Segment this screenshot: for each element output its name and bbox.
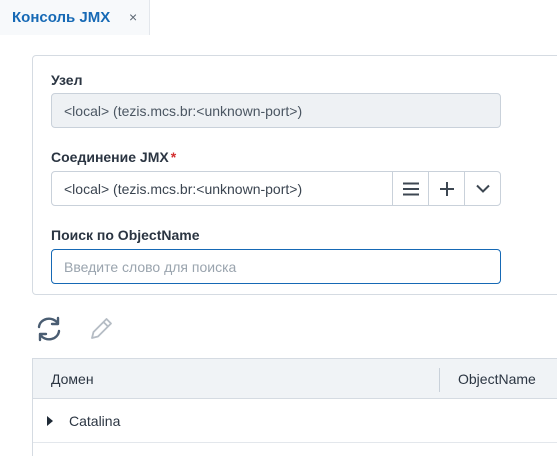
mbean-table: Домен ObjectName Catalina <box>32 358 557 456</box>
connection-label-text: Соединение JMX <box>51 149 169 165</box>
plus-icon[interactable] <box>428 172 464 205</box>
connection-select[interactable]: <local> (tezis.mcs.br:<unknown-port>) <box>51 171 501 206</box>
column-separator[interactable] <box>439 368 440 392</box>
table-header: Домен ObjectName <box>33 359 557 399</box>
pencil-icon[interactable] <box>86 314 116 344</box>
column-header-objectname[interactable]: ObjectName <box>458 359 536 399</box>
search-input[interactable]: Введите слово для поиска <box>51 249 501 284</box>
expand-arrow-icon[interactable] <box>47 416 53 426</box>
required-mark: * <box>170 149 177 165</box>
tab-label: Консоль JMX <box>12 9 111 26</box>
connection-value: <local> (tezis.mcs.br:<unknown-port>) <box>64 180 303 197</box>
tab-jmx-console[interactable]: Консоль JMX × <box>0 0 150 35</box>
connection-actions <box>392 172 500 205</box>
close-icon[interactable]: × <box>129 9 137 25</box>
connection-label: Соединение JMX * <box>51 149 176 165</box>
row-label: Catalina <box>69 413 121 429</box>
column-header-domain[interactable]: Домен <box>51 359 94 399</box>
node-field: <local> (tezis.mcs.br:<unknown-port>) <box>51 93 501 128</box>
refresh-icon[interactable] <box>34 314 64 344</box>
connection-form: Узел <local> (tezis.mcs.br:<unknown-port… <box>32 55 557 295</box>
tab-bar: Консоль JMX × <box>0 0 557 35</box>
chevron-down-icon[interactable] <box>464 172 500 205</box>
grid-toolbar <box>34 314 116 344</box>
table-row[interactable]: Catalina <box>33 399 557 443</box>
search-label: Поиск по ObjectName <box>51 227 200 243</box>
node-label: Узел <box>51 72 83 88</box>
menu-icon[interactable] <box>392 172 428 205</box>
